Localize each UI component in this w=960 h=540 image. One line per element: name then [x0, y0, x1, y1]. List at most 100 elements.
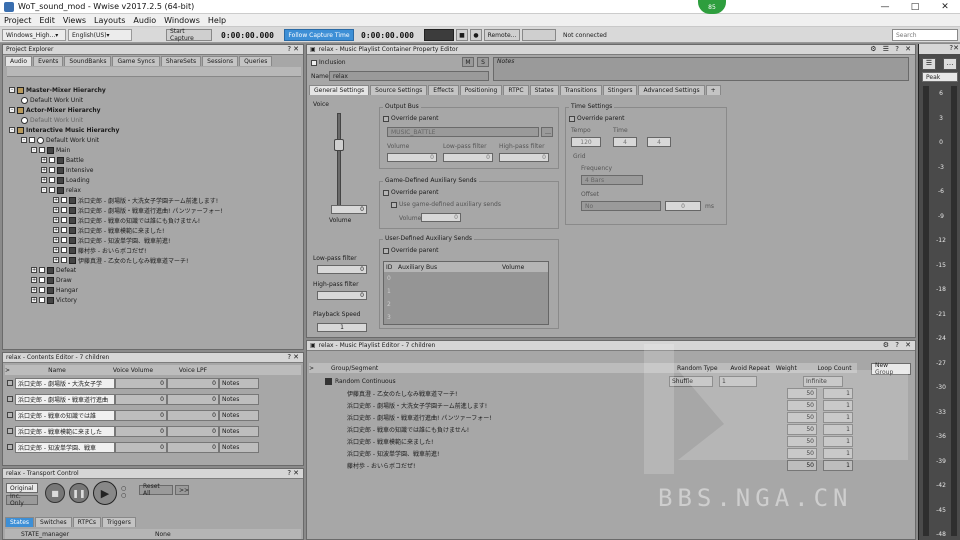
- tree-item[interactable]: + Victory: [31, 295, 77, 305]
- ob-lpf-value[interactable]: 0: [443, 153, 493, 162]
- state-row[interactable]: STATE_manager None: [5, 529, 301, 539]
- tab-rtpc[interactable]: RTPC: [503, 85, 529, 95]
- tree-item[interactable]: + 浜口史郎 - 劇場版・戦車道行進曲! パンツァーフォー!: [53, 205, 223, 215]
- output-override-checkbox[interactable]: Override parent: [383, 115, 439, 122]
- remote-button[interactable]: Remote...: [484, 29, 520, 41]
- time-denominator[interactable]: 4: [647, 137, 671, 147]
- tab-events[interactable]: Events: [33, 56, 64, 66]
- menu-project[interactable]: Project: [0, 16, 35, 25]
- tree-item[interactable]: + Loading: [41, 175, 90, 185]
- meter-mode-select[interactable]: Peak: [922, 72, 958, 82]
- highpass-value[interactable]: 0: [317, 291, 367, 300]
- ob-volume-value[interactable]: 0: [387, 153, 437, 162]
- search-input[interactable]: Search: [892, 29, 958, 41]
- use-game-aux-checkbox[interactable]: Use game-defined auxiliary sends: [391, 201, 501, 208]
- tab-source-settings[interactable]: Source Settings: [370, 85, 428, 95]
- tree-item[interactable]: Default Work Unit: [21, 95, 83, 105]
- menu-edit[interactable]: Edit: [35, 16, 59, 25]
- maximize-button[interactable]: □: [900, 0, 930, 14]
- platform-select[interactable]: Windows_High... ▾: [2, 29, 66, 41]
- reset-all-button[interactable]: Reset All: [139, 483, 173, 497]
- stop-icon[interactable]: ■: [45, 483, 65, 503]
- panel-buttons[interactable]: ?✕: [287, 353, 301, 361]
- follow-capture-button[interactable]: Follow Capture Time: [284, 29, 354, 41]
- tab-effects[interactable]: Effects: [428, 85, 459, 95]
- menu-audio[interactable]: Audio: [129, 16, 160, 25]
- tree-item[interactable]: + 浜口史郎 - 戦車模範に来ました!: [53, 225, 164, 235]
- panel-buttons[interactable]: ?✕: [287, 469, 301, 477]
- tab-states[interactable]: States: [529, 85, 559, 95]
- frequency-select[interactable]: 4 Bars: [581, 175, 643, 185]
- mute-button[interactable]: M: [462, 57, 474, 67]
- meter-options-icon[interactable]: …: [943, 58, 957, 70]
- col-group-segment[interactable]: Group/Segment: [315, 365, 677, 372]
- tab-rtpcs[interactable]: RTPCs: [72, 517, 102, 527]
- menu-windows[interactable]: Windows: [160, 16, 204, 25]
- panel-buttons[interactable]: ⚙ ? ✕: [883, 341, 913, 349]
- tab-switches[interactable]: Switches: [35, 517, 72, 527]
- notes-field[interactable]: Notes: [493, 57, 909, 81]
- offset-select[interactable]: No: [581, 201, 661, 211]
- tab-queries[interactable]: Queries: [239, 56, 273, 66]
- language-select[interactable]: English(US) ▾: [68, 29, 132, 41]
- tree-item[interactable]: - Master-Mixer Hierarchy: [9, 85, 106, 95]
- tab-advanced-settings[interactable]: Advanced Settings: [638, 85, 705, 95]
- record-icon[interactable]: ■: [456, 29, 468, 41]
- tree-item[interactable]: + Defeat: [31, 265, 76, 275]
- tab-audio[interactable]: Audio: [5, 56, 33, 66]
- segment-loop-value[interactable]: 1: [823, 459, 853, 471]
- tree-item[interactable]: + Hangar: [31, 285, 78, 295]
- inclusion-checkbox[interactable]: Inclusion: [311, 59, 346, 66]
- tree-item[interactable]: - relax: [41, 185, 81, 195]
- inc-only-button[interactable]: Inc. Only: [6, 493, 38, 507]
- lowpass-value[interactable]: 0: [317, 265, 367, 274]
- tab-general-settings[interactable]: General Settings: [309, 85, 370, 95]
- tab-triggers[interactable]: Triggers: [102, 517, 136, 527]
- tree-item[interactable]: - Actor-Mixer Hierarchy: [9, 105, 101, 115]
- contents-row[interactable]: 浜口史郎 - 劇場版・戦車道行進曲 0 0 Notes: [7, 393, 259, 405]
- tab-sharesets[interactable]: ShareSets: [160, 56, 202, 66]
- tree-item[interactable]: Default Work Unit: [21, 115, 83, 125]
- tab-positioning[interactable]: Positioning: [459, 85, 503, 95]
- name-field[interactable]: relax: [329, 71, 489, 81]
- minimize-button[interactable]: —: [870, 0, 900, 14]
- tree-item[interactable]: + 伊藤真澄 - 乙女のたしなみ戦車道マーチ!: [53, 255, 188, 265]
- volume-fader-knob[interactable]: [334, 139, 344, 151]
- tree-item[interactable]: - Main: [31, 145, 70, 155]
- weight-value[interactable]: 50: [787, 459, 817, 471]
- contents-row[interactable]: 浜口史郎 - 戦車の知識では誰 0 0 Notes: [7, 409, 259, 421]
- contents-row[interactable]: 浜口史郎 - 戦車模範に来ました 0 0 Notes: [7, 425, 259, 437]
- output-bus-field[interactable]: MUSIC_BATTLE: [387, 127, 539, 137]
- tree-item[interactable]: + 浜口史郎 - 知波単学園、戦車前進!: [53, 235, 170, 245]
- tempo-value[interactable]: 120: [571, 137, 601, 147]
- playback-speed-value[interactable]: 1: [317, 323, 367, 332]
- tab-states[interactable]: States: [5, 517, 35, 527]
- tree-item[interactable]: + 浜口史郎 - 戦車の知識では誰にも負けません!: [53, 215, 200, 225]
- menu-layouts[interactable]: Layouts: [90, 16, 129, 25]
- tree-item[interactable]: + 藤村歩 - おいらボコだぜ!: [53, 245, 146, 255]
- tab-sessions[interactable]: Sessions: [202, 56, 239, 66]
- panel-buttons[interactable]: ?✕: [287, 45, 301, 53]
- user-aux-override-checkbox[interactable]: Override parent: [383, 247, 439, 254]
- capture-log-field[interactable]: [424, 29, 454, 41]
- close-window-button[interactable]: ✕: [930, 0, 960, 14]
- time-numerator[interactable]: 4: [613, 137, 637, 147]
- play-icon[interactable]: ▶: [93, 481, 117, 505]
- solo-button[interactable]: S: [477, 57, 489, 67]
- more-button[interactable]: >>: [175, 485, 189, 495]
- panel-buttons[interactable]: ⚙ ☰ ? ✕: [870, 45, 913, 53]
- col-name[interactable]: Name: [11, 367, 103, 374]
- contents-row[interactable]: 浜口史郎 - 知波単学園、戦車 0 0 Notes: [7, 441, 259, 453]
- menu-views[interactable]: Views: [59, 16, 90, 25]
- tab-soundbanks[interactable]: SoundBanks: [64, 56, 112, 66]
- playlist-segment-row[interactable]: 藤村歩 - おいらボコだぜ! 50 1: [337, 459, 853, 471]
- disconnect-button[interactable]: [522, 29, 556, 41]
- browse-bus-button[interactable]: …: [541, 127, 553, 137]
- tree-item[interactable]: + Battle: [41, 155, 84, 165]
- offset-value[interactable]: 0: [665, 201, 701, 211]
- tab-transitions[interactable]: Transitions: [559, 85, 602, 95]
- menu-help[interactable]: Help: [204, 16, 230, 25]
- gaux-volume-value[interactable]: 0: [421, 213, 461, 222]
- transport-options[interactable]: ○ ○: [121, 485, 126, 499]
- tab-game-syncs[interactable]: Game Syncs: [112, 56, 160, 66]
